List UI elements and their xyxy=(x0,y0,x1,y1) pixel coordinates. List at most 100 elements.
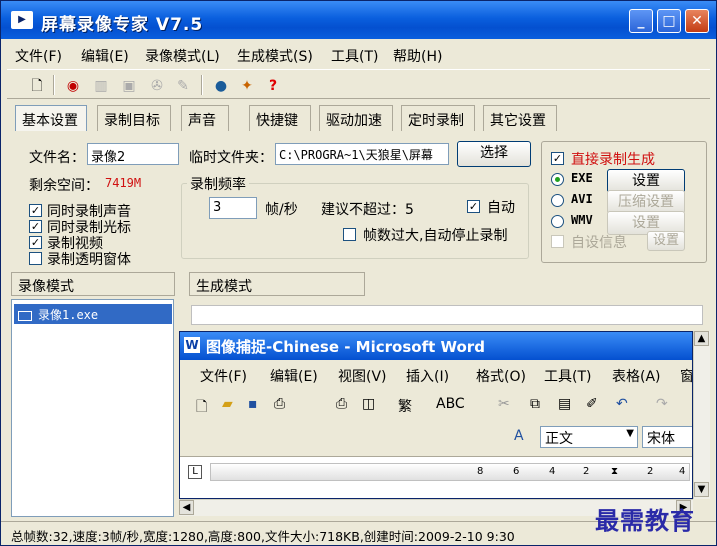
format-wmv-radio[interactable] xyxy=(551,215,564,228)
format-exe-label: EXE xyxy=(571,171,593,185)
format-wmv-label: WMV xyxy=(571,213,593,227)
watermark: 最需教育 xyxy=(595,506,695,535)
tab-sound[interactable]: 声音 xyxy=(181,105,229,131)
frame-strip xyxy=(191,305,703,325)
word-toolbar: 🗋 ▰ ▪ ⎙ ⎙ ◫ 繁 ABC ✂ ⧉ ▤ ✐ ↶ ↷ xyxy=(180,390,692,420)
menu-edit[interactable]: 编辑(E) xyxy=(81,46,129,66)
ruler-tick: 2 xyxy=(583,466,590,477)
scroll-down-icon[interactable]: ▼ xyxy=(694,482,709,497)
auto-stop-label: 帧数过大,自动停止录制 xyxy=(363,228,508,244)
custom-info-settings-button[interactable]: 设置 xyxy=(647,231,685,251)
toolbar-separator xyxy=(201,75,203,95)
traditional-icon: 繁 xyxy=(398,399,412,415)
format-avi-radio[interactable] xyxy=(551,194,564,207)
format-exe-radio[interactable] xyxy=(551,173,564,186)
print-icon: ⎙ xyxy=(336,396,348,412)
word-menu-insert: 插入(I) xyxy=(406,369,450,385)
list-item-label: 录像1.exe xyxy=(38,308,99,322)
styles-icon: A xyxy=(514,428,524,444)
font-value: 宋体 xyxy=(647,431,675,447)
save-icon: ▪ xyxy=(248,396,258,412)
tab-stop-icon: L xyxy=(188,465,202,479)
frame-rate-group-title: 录制频率 xyxy=(187,174,249,194)
record-mode-header: 录像模式 xyxy=(11,272,175,296)
custom-info-checkbox[interactable] xyxy=(551,235,564,248)
browse-button[interactable]: 选择 xyxy=(457,141,531,167)
word-menu-table: 表格(A) xyxy=(612,369,661,385)
scroll-up-icon[interactable]: ▲ xyxy=(694,331,709,346)
stop-icon[interactable]: ▣ xyxy=(119,75,139,95)
word-title-bar: W 图像捕捉-Chinese - Microsoft Word xyxy=(180,332,692,360)
menu-record-mode[interactable]: 录像模式(L) xyxy=(145,46,220,66)
free-space-value: 7419M xyxy=(105,176,142,190)
new-doc-icon: 🗋 xyxy=(196,399,208,415)
scroll-left-icon[interactable]: ◀ xyxy=(179,500,194,515)
word-menu-window: 窗 xyxy=(680,369,693,385)
app-icon: ▶ xyxy=(11,11,33,29)
frame-rate-suggest: 建议不超过：5 xyxy=(321,202,414,218)
ruler-tick: 2 xyxy=(647,466,654,477)
tempdir-field[interactable]: C:\PROGRA~1\天狼星\屏幕 xyxy=(275,143,449,165)
pause-icon[interactable]: ▥ xyxy=(91,75,111,95)
menu-generate-mode[interactable]: 生成模式(S) xyxy=(237,46,313,66)
tab-driver[interactable]: 驱动加速 xyxy=(319,105,393,131)
word-menu-bar: 文件(F) 编辑(E) 视图(V) 插入(I) 格式(O) 工具(T) 表格(A… xyxy=(180,362,693,388)
tab-hotkeys[interactable]: 快捷键 xyxy=(249,105,311,131)
frame-rate-field[interactable]: 3 xyxy=(209,197,257,219)
word-menu-tools: 工具(T) xyxy=(544,369,592,385)
font-select: 宋体 xyxy=(642,426,692,448)
style-select: 正文 ▼ xyxy=(540,426,638,448)
record-video-checkbox[interactable]: ✓ xyxy=(29,236,42,249)
maximize-button[interactable]: □ xyxy=(657,9,681,33)
direct-generate-label: 直接录制生成 xyxy=(571,152,655,168)
menu-bar: 文件(F) 编辑(E) 录像模式(L) 生成模式(S) 工具(T) 帮助(H) xyxy=(1,41,716,67)
toolbar-separator xyxy=(53,75,55,95)
record-transparent-checkbox[interactable] xyxy=(29,252,42,265)
minimize-button[interactable]: _ xyxy=(629,9,653,33)
paste-icon: ▤ xyxy=(558,396,572,412)
record-sound-checkbox[interactable]: ✓ xyxy=(29,204,42,217)
frame-rate-group xyxy=(181,183,529,259)
close-button[interactable]: ✕ xyxy=(685,9,709,33)
format-avi-label: AVI xyxy=(571,192,593,206)
menu-help[interactable]: 帮助(H) xyxy=(393,46,442,66)
word-ruler: L 8 6 4 2 ⧗ 2 4 xyxy=(180,456,692,498)
redo-icon: ↷ xyxy=(656,396,668,412)
preview-vertical-scrollbar[interactable]: ▲ ▼ xyxy=(693,331,710,499)
tab-target[interactable]: 录制目标 xyxy=(97,105,171,131)
word-title: 图像捕捉-Chinese - Microsoft Word xyxy=(206,338,485,356)
direct-generate-checkbox[interactable]: ✓ xyxy=(551,152,564,165)
chevron-down-icon: ▼ xyxy=(626,428,634,439)
ruler-tick: 6 xyxy=(513,466,520,477)
filename-field[interactable]: 录像2 xyxy=(87,143,179,165)
ruler-tick: 4 xyxy=(549,466,556,477)
wizard-icon[interactable]: ✦ xyxy=(237,75,257,95)
tab-basic[interactable]: 基本设置 xyxy=(15,105,87,131)
recording-list[interactable]: 录像1.exe xyxy=(11,299,174,517)
menu-file[interactable]: 文件(F) xyxy=(15,46,62,66)
undo-icon: ↶ xyxy=(616,396,628,412)
tempdir-label: 临时文件夹： xyxy=(189,150,273,166)
globe-icon[interactable]: ● xyxy=(211,75,231,95)
auto-checkbox[interactable]: ✓ xyxy=(467,200,480,213)
title-bar[interactable]: ▶ 屏幕录像专家 V7.5 _ □ ✕ xyxy=(1,1,716,39)
exe-file-icon xyxy=(18,310,32,321)
style-value: 正文 xyxy=(545,431,573,447)
generate-mode-header: 生成模式 xyxy=(189,272,365,296)
new-icon[interactable]: 🗋 xyxy=(27,75,47,95)
tab-other[interactable]: 其它设置 xyxy=(483,105,557,131)
cut-icon: ✂ xyxy=(498,396,510,412)
record-cursor-checkbox[interactable]: ✓ xyxy=(29,220,42,233)
word-menu-file: 文件(F) xyxy=(200,369,247,385)
pen-icon[interactable]: ✎ xyxy=(173,75,193,95)
auto-stop-checkbox[interactable] xyxy=(343,228,356,241)
toolbar: 🗋 ◉ ▥ ▣ ✇ ✎ ● ✦ ? xyxy=(7,69,710,99)
tab-scheduled[interactable]: 定时录制 xyxy=(401,105,475,131)
preview-word-window: W 图像捕捉-Chinese - Microsoft Word 文件(F) 编辑… xyxy=(179,331,693,499)
menu-tools[interactable]: 工具(T) xyxy=(331,46,378,66)
help-icon[interactable]: ? xyxy=(263,75,283,95)
word-format-bar: A 正文 ▼ 宋体 xyxy=(180,422,692,452)
record-icon[interactable]: ◉ xyxy=(63,75,83,95)
camera-icon[interactable]: ✇ xyxy=(147,75,167,95)
list-item[interactable]: 录像1.exe xyxy=(14,304,172,324)
